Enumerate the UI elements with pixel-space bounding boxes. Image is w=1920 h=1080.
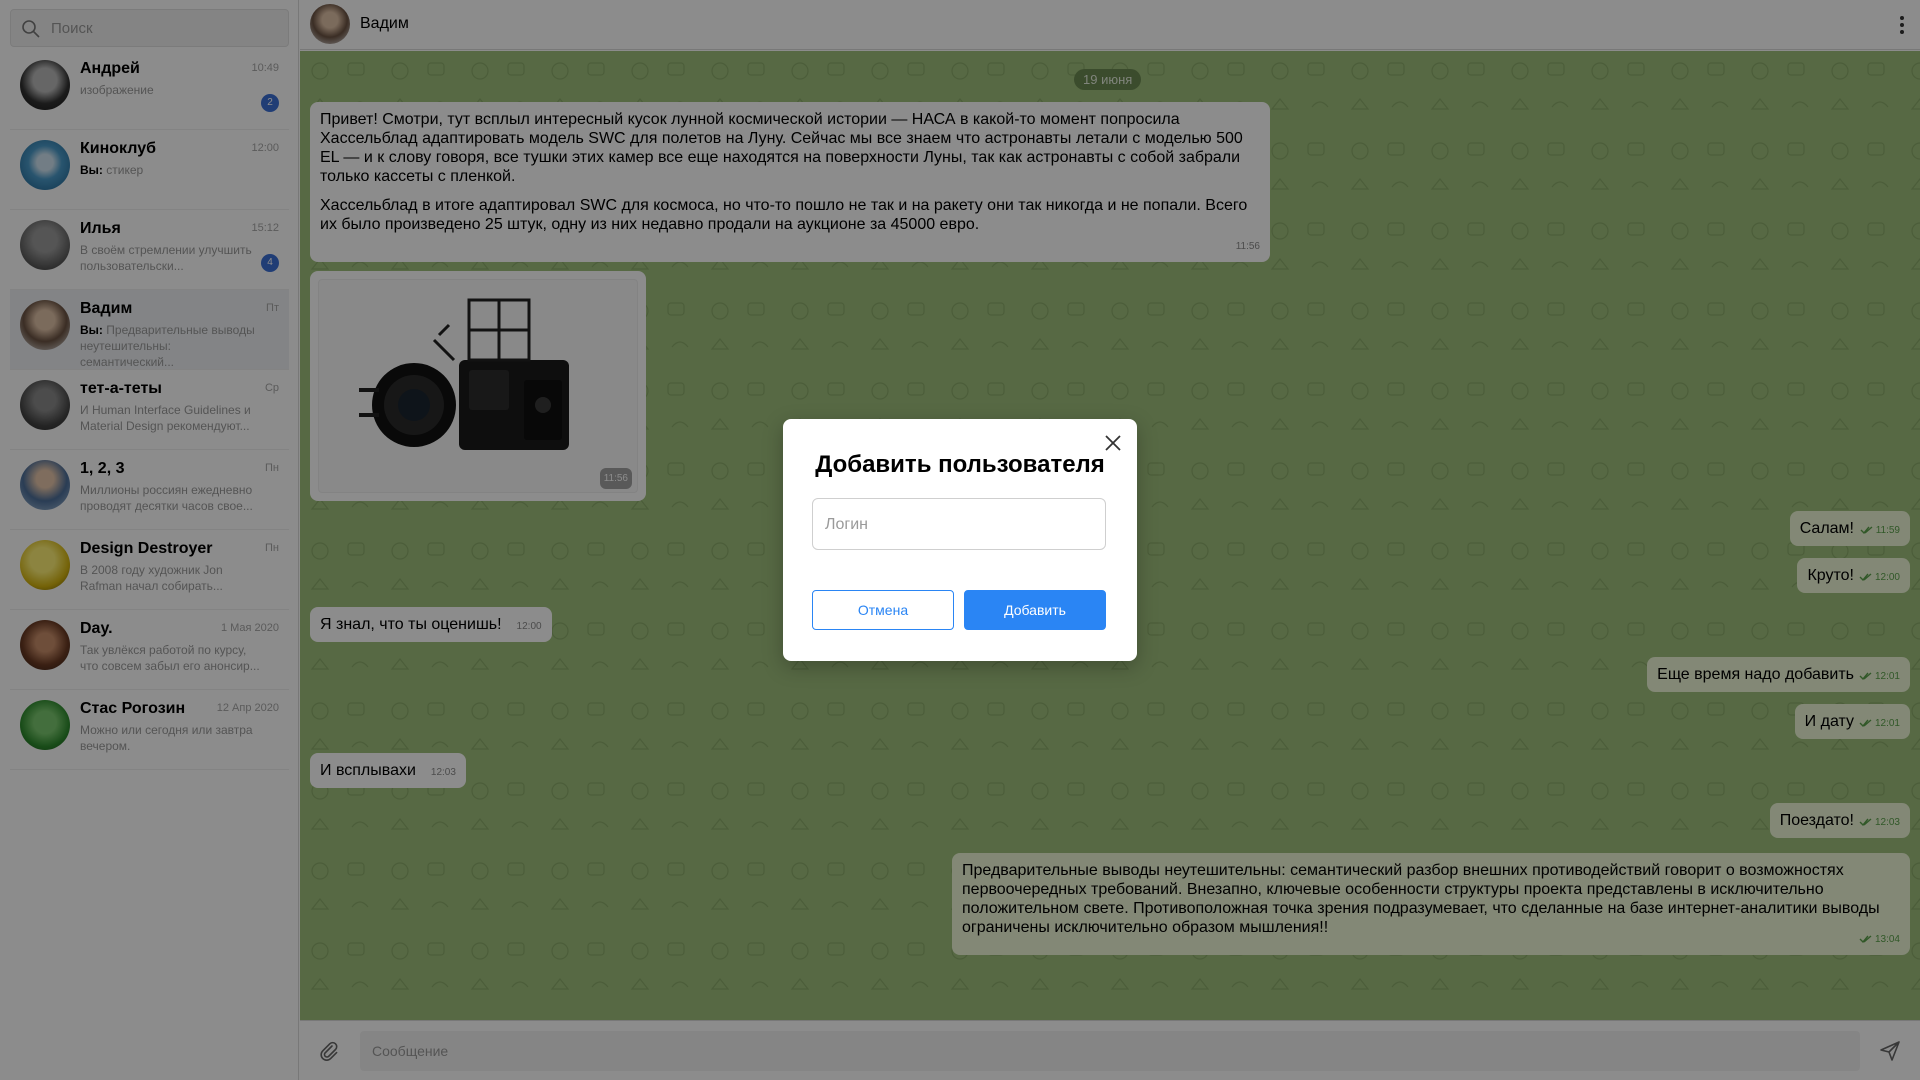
login-input[interactable]: Логин — [812, 498, 1106, 550]
add-user-dialog: Добавить пользователя Логин Отмена Добав… — [783, 419, 1137, 661]
cancel-button[interactable]: Отмена — [812, 590, 954, 630]
login-placeholder: Логин — [825, 516, 869, 533]
dialog-title: Добавить пользователя — [815, 451, 1105, 478]
add-button[interactable]: Добавить — [964, 590, 1106, 630]
close-icon[interactable] — [1103, 433, 1123, 453]
